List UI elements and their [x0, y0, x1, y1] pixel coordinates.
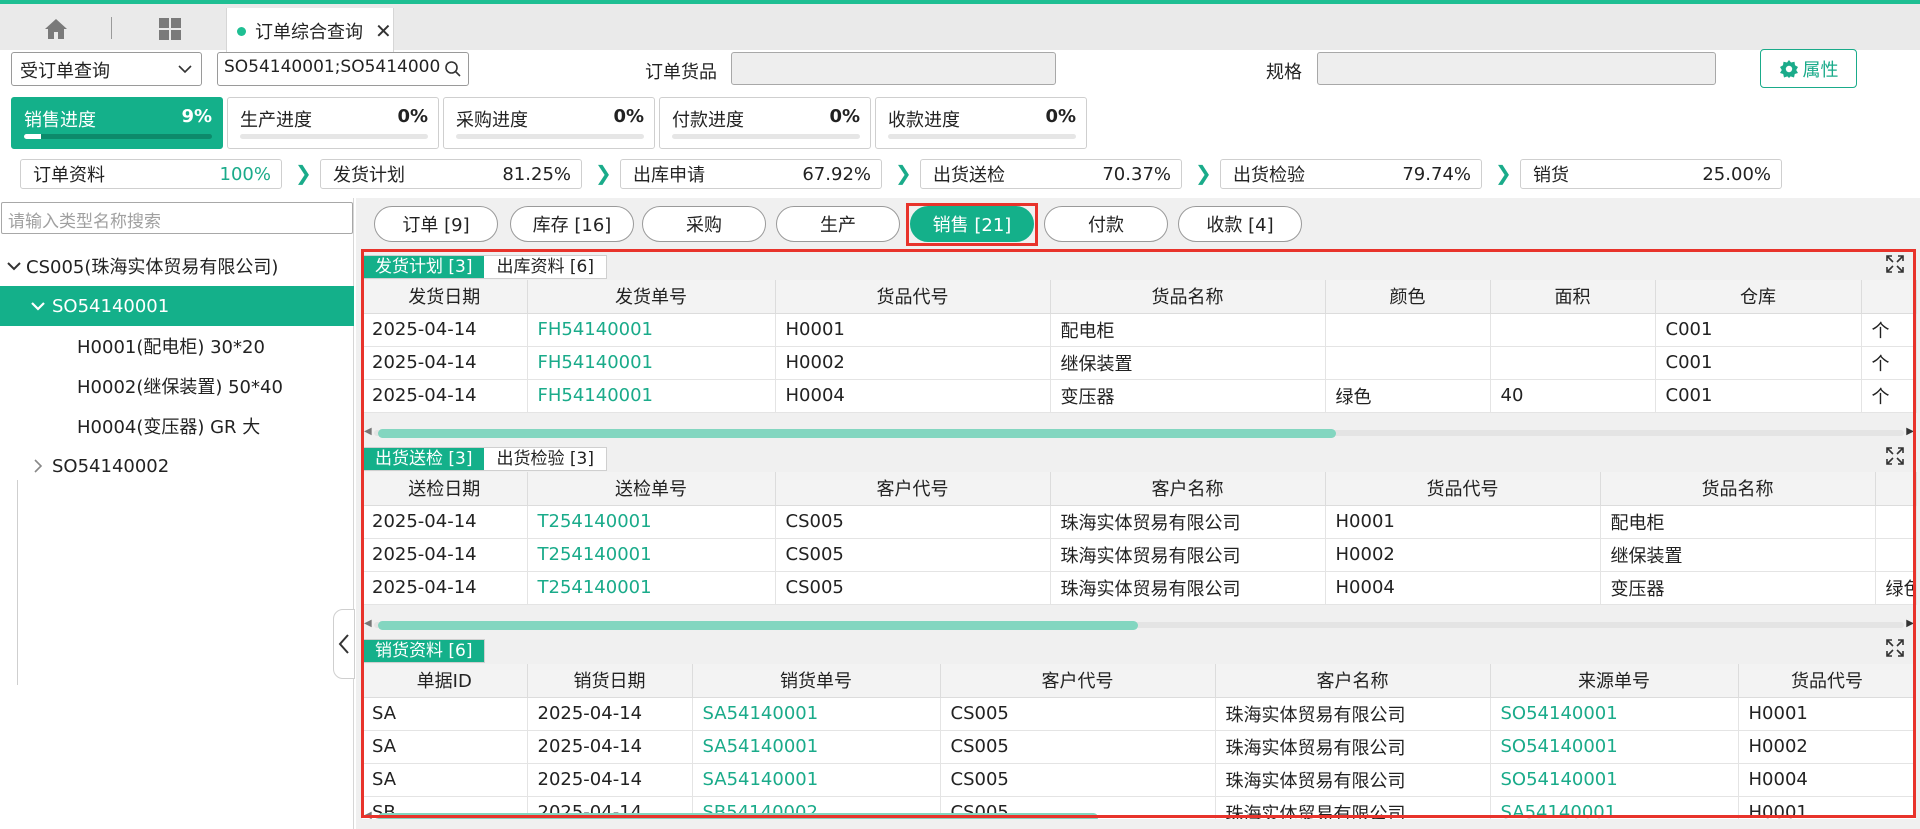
tree-node-order-selected[interactable]: SO54140001	[0, 286, 354, 326]
pipeline-value: 67.92%	[802, 163, 871, 185]
chevron-down-icon	[177, 61, 193, 77]
tree-guide-line	[17, 480, 18, 685]
tree-node-item[interactable]: H0002(继保装置) 50*40	[0, 366, 354, 406]
pipeline-value: 70.37%	[1102, 163, 1171, 185]
progress-bar	[456, 134, 644, 139]
progress-card[interactable]: 付款进度 0%	[659, 97, 871, 149]
chevron-left-icon	[338, 634, 349, 654]
chevron-down-icon	[7, 262, 21, 271]
tree-node-label: H0002(继保装置) 50*40	[77, 377, 283, 398]
tree-node-label: H0001(配电柜) 30*20	[77, 337, 265, 358]
progress-label: 生产进度	[240, 110, 312, 131]
gear-icon	[1779, 59, 1798, 78]
progress-card[interactable]: 生产进度 0%	[227, 97, 439, 149]
step-arrow-icon: ❯	[895, 161, 912, 185]
tree-node-customer[interactable]: CS005(珠海实体贸易有限公司)	[0, 246, 354, 286]
category-tab[interactable]: 收款 [4]	[1178, 206, 1302, 242]
tree-node-item[interactable]: H0004(变压器) GR 大	[0, 406, 354, 446]
progress-card[interactable]: 销售进度 9%	[11, 97, 223, 149]
progress-bar	[240, 134, 428, 139]
progress-value: 0%	[1045, 106, 1076, 127]
query-type-select[interactable]: 受订单查询	[11, 52, 202, 86]
chevron-down-icon	[31, 302, 45, 311]
pipeline-label: 发货计划	[333, 165, 405, 186]
pipeline-step[interactable]: 订单资料 100%	[20, 159, 282, 189]
pipeline-label: 出货送检	[933, 165, 1005, 186]
attributes-button[interactable]: 属性	[1760, 49, 1857, 88]
home-icon[interactable]	[44, 18, 68, 40]
step-arrow-icon: ❯	[1195, 161, 1212, 185]
top-tab-bar: 订单综合查询 ✕	[0, 0, 1920, 54]
progress-label: 销售进度	[24, 110, 96, 131]
pipeline-step[interactable]: 出货检验 79.74%	[1220, 159, 1482, 189]
pipeline-value: 79.74%	[1402, 163, 1471, 185]
category-tab[interactable]: 付款	[1044, 206, 1168, 242]
pipeline-step[interactable]: 销货 25.00%	[1520, 159, 1782, 189]
pipeline-step[interactable]: 发货计划 81.25%	[320, 159, 582, 189]
tab-order-query[interactable]: 订单综合查询 ✕	[226, 8, 394, 54]
order-tree-panel: 请输入类型名称搜索 CS005(珠海实体贸易有限公司) SO54140001 H…	[0, 198, 355, 829]
tree-node-label: SO54140002	[52, 455, 170, 477]
tree-node-item[interactable]: H0001(配电柜) 30*20	[0, 326, 354, 366]
collapse-panel-button[interactable]	[333, 609, 355, 679]
category-tab[interactable]: 生产	[776, 206, 900, 242]
progress-value: 0%	[829, 106, 860, 127]
divider	[111, 17, 112, 39]
progress-value: 0%	[397, 106, 428, 127]
category-tab[interactable]: 采购	[642, 206, 766, 242]
step-arrow-icon: ❯	[595, 161, 612, 185]
category-tab[interactable]: 库存 [16]	[510, 206, 634, 242]
goods-input[interactable]	[731, 52, 1056, 85]
tree-search-input[interactable]: 请输入类型名称搜索	[1, 202, 353, 234]
tree-node-order[interactable]: SO54140002	[0, 446, 354, 486]
query-type-value: 受订单查询	[20, 61, 110, 82]
close-icon[interactable]: ✕	[375, 19, 392, 43]
pipeline-label: 订单资料	[33, 165, 105, 186]
active-dot-icon	[237, 26, 246, 36]
pipeline-value: 100%	[219, 163, 271, 185]
chevron-right-icon	[34, 459, 43, 473]
tree-node-label: CS005(珠海实体贸易有限公司)	[26, 257, 279, 278]
goods-label: 订单货品	[645, 62, 717, 83]
progress-value: 0%	[613, 106, 644, 127]
pipeline-label: 出货检验	[1233, 165, 1305, 186]
tab-title: 订单综合查询	[255, 22, 363, 43]
detail-panel: 订单 [9] 库存 [16] 采购 生产 销售 [21] 付款 收款 [4] 发货计划 [3…	[356, 198, 1920, 829]
order-number-value: SO54140001;SO5414000	[224, 57, 441, 77]
step-arrow-icon: ❯	[1495, 161, 1512, 185]
pipeline-value: 25.00%	[1702, 163, 1771, 185]
progress-label: 采购进度	[456, 110, 528, 131]
progress-card[interactable]: 采购进度 0%	[443, 97, 655, 149]
filter-bar: 受订单查询 SO54140001;SO5414000 订单货品 规格 属性	[0, 49, 1920, 92]
pipeline-value: 81.25%	[502, 163, 571, 185]
pipeline-label: 销货	[1533, 165, 1569, 186]
progress-label: 付款进度	[672, 110, 744, 131]
pipeline-step[interactable]: 出库申请 67.92%	[620, 159, 882, 189]
progress-bar	[24, 134, 212, 139]
attributes-button-label: 属性	[1802, 59, 1839, 81]
progress-bar	[672, 134, 860, 139]
search-icon[interactable]	[444, 60, 462, 78]
pipeline-step[interactable]: 出货送检 70.37%	[920, 159, 1182, 189]
highlight-box	[906, 203, 1038, 246]
spec-input[interactable]	[1317, 52, 1716, 85]
progress-value: 9%	[181, 106, 212, 127]
progress-card[interactable]: 收款进度 0%	[875, 97, 1087, 149]
apps-grid-icon[interactable]	[158, 17, 182, 41]
category-tab[interactable]: 订单 [9]	[374, 206, 498, 242]
order-number-input[interactable]: SO54140001;SO5414000	[217, 52, 469, 86]
highlight-box	[361, 249, 1916, 818]
progress-label: 收款进度	[888, 110, 960, 131]
tree-node-label: SO54140001	[52, 295, 170, 317]
spec-label: 规格	[1266, 62, 1302, 83]
tree-node-label: H0004(变压器) GR 大	[77, 417, 261, 438]
step-arrow-icon: ❯	[295, 161, 312, 185]
progress-bar	[888, 134, 1076, 139]
pipeline-label: 出库申请	[633, 165, 705, 186]
